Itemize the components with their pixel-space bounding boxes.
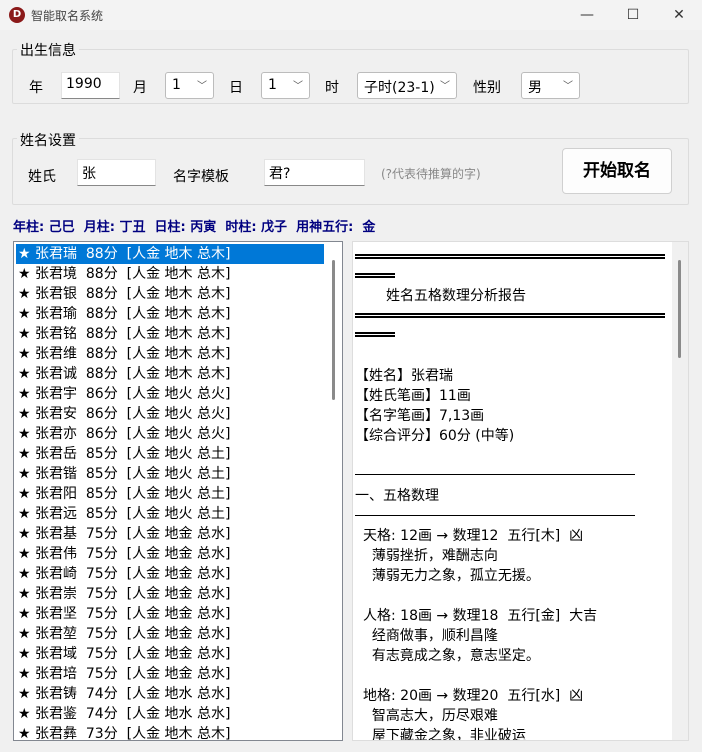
report-info-line: 【姓名】张君瑞 — [355, 368, 453, 384]
list-item[interactable]: ★ 张君银 88分 [人金 地木 总木] — [16, 284, 324, 304]
list-item[interactable]: ★ 张君锴 85分 [人金 地火 总土] — [16, 464, 324, 484]
chevron-down-icon: ﹀ — [197, 81, 207, 92]
report-detail-line: 有志竟成之象，意志坚定。 — [363, 648, 540, 664]
report-info-line: 【名字笔画】7,13画 — [355, 408, 485, 424]
minimize-button[interactable]: — — [564, 0, 610, 30]
month-select[interactable]: 1 ﹀ — [165, 72, 214, 99]
template-hint: (?代表待推算的字) — [381, 167, 481, 181]
hour-value: 子时(23-1) — [364, 80, 435, 96]
birth-info-legend: 出生信息 — [17, 40, 79, 60]
report-detail-line: 地格: 20画 → 数理20 五行[水] 凶 — [363, 688, 584, 704]
results-list[interactable]: ★ 张君瑞 88分 [人金 地木 总木] ★ 张君境 88分 [人金 地木 总木]… — [13, 241, 343, 741]
name-settings-legend: 姓名设置 — [17, 130, 79, 150]
list-item[interactable]: ★ 张君域 75分 [人金 地金 总水] — [16, 644, 324, 664]
report-detail-line: 屋下藏金之象，非业破运 — [363, 728, 526, 741]
list-item[interactable]: ★ 张君维 88分 [人金 地木 总木] — [16, 344, 324, 364]
divider — [355, 474, 635, 475]
title-bar: D 智能取名系统 — ☐ ✕ — [0, 0, 702, 30]
gender-value: 男 — [528, 80, 542, 96]
window-title: 智能取名系统 — [31, 9, 104, 23]
report-scrollbar-thumb[interactable] — [678, 260, 681, 358]
bazi-pillars: 年柱: 己巳 月柱: 丁丑 日柱: 丙寅 时柱: 戊子 用神五行: 金 — [13, 220, 376, 235]
double-divider — [355, 313, 665, 318]
template-input[interactable]: 君? — [264, 159, 365, 186]
list-item[interactable]: ★ 张君瑜 88分 [人金 地木 总木] — [16, 304, 324, 324]
hour-select[interactable]: 子时(23-1) ﹀ — [357, 72, 457, 99]
hour-label: 时 — [325, 80, 339, 96]
month-label: 月 — [133, 80, 147, 96]
report-title: 姓名五格数理分析报告 — [386, 288, 526, 304]
double-divider — [355, 273, 395, 278]
list-item[interactable]: ★ 张君岳 85分 [人金 地火 总土] — [16, 444, 324, 464]
report-scrollbar-track[interactable] — [672, 242, 688, 740]
gender-select[interactable]: 男 ﹀ — [521, 72, 580, 99]
chevron-down-icon: ﹀ — [563, 81, 573, 92]
template-label: 名字模板 — [173, 169, 229, 185]
list-item[interactable]: ★ 张君阳 85分 [人金 地火 总土] — [16, 484, 324, 504]
report-detail-line: 智高志大，历尽艰难 — [363, 708, 498, 724]
list-item[interactable]: ★ 张君境 88分 [人金 地木 总木] — [16, 264, 324, 284]
list-item[interactable]: ★ 张君瑞 88分 [人金 地木 总木] — [16, 244, 324, 264]
chevron-down-icon: ﹀ — [293, 81, 303, 92]
report-detail-line: 薄弱挫折，难酬志向 — [363, 548, 498, 564]
list-item[interactable]: ★ 张君宇 86分 [人金 地火 总火] — [16, 384, 324, 404]
list-item[interactable]: ★ 张君伟 75分 [人金 地金 总水] — [16, 544, 324, 564]
list-item[interactable]: ★ 张君鉴 74分 [人金 地水 总水] — [16, 704, 324, 724]
list-item[interactable]: ★ 张君远 85分 [人金 地火 总土] — [16, 504, 324, 524]
chevron-down-icon: ﹀ — [440, 81, 450, 92]
list-item[interactable]: ★ 张君铸 74分 [人金 地水 总水] — [16, 684, 324, 704]
report-detail-line: 天格: 12画 → 数理12 五行[木] 凶 — [363, 528, 584, 544]
day-select[interactable]: 1 ﹀ — [261, 72, 310, 99]
start-naming-button[interactable]: 开始取名 — [562, 148, 672, 194]
list-item[interactable]: ★ 张君安 86分 [人金 地火 总火] — [16, 404, 324, 424]
list-item[interactable]: ★ 张君崇 75分 [人金 地金 总水] — [16, 584, 324, 604]
report-info-line: 【综合评分】60分 (中等) — [355, 428, 515, 444]
surname-input[interactable]: 张 — [77, 159, 156, 186]
report-info-line: 【姓氏笔画】11画 — [355, 388, 471, 404]
gender-label: 性别 — [473, 80, 501, 96]
list-item[interactable]: ★ 张君彝 73分 [人金 地木 总木] — [16, 724, 324, 740]
divider — [355, 515, 635, 516]
close-button[interactable]: ✕ — [656, 0, 702, 30]
section-title: 一、五格数理 — [355, 488, 439, 504]
list-item[interactable]: ★ 张君堃 75分 [人金 地金 总水] — [16, 624, 324, 644]
surname-label: 姓氏 — [28, 169, 56, 185]
list-item[interactable]: ★ 张君铭 88分 [人金 地木 总木] — [16, 324, 324, 344]
list-item[interactable]: ★ 张君诚 88分 [人金 地木 总木] — [16, 364, 324, 384]
year-label: 年 — [29, 80, 43, 96]
report-detail-line: 人格: 18画 → 数理18 五行[金] 大吉 — [363, 608, 598, 624]
day-label: 日 — [229, 80, 243, 96]
list-scrollbar[interactable] — [332, 260, 335, 400]
day-value: 1 — [268, 77, 277, 93]
app-icon: D — [9, 7, 25, 23]
double-divider — [355, 254, 665, 259]
report-panel[interactable]: 姓名五格数理分析报告 一、五格数理 【姓名】张君瑞【姓氏笔画】11画 【名字笔画】… — [352, 241, 689, 741]
report-detail-line: 薄弱无力之象，孤立无援。 — [363, 568, 540, 584]
report-detail-line: 经商做事，顺利昌隆 — [363, 628, 498, 644]
list-item[interactable]: ★ 张君培 75分 [人金 地金 总水] — [16, 664, 324, 684]
maximize-button[interactable]: ☐ — [610, 0, 656, 30]
list-item[interactable]: ★ 张君亦 86分 [人金 地火 总火] — [16, 424, 324, 444]
list-item[interactable]: ★ 张君坚 75分 [人金 地金 总水] — [16, 604, 324, 624]
month-value: 1 — [172, 77, 181, 93]
year-input[interactable]: 1990 — [61, 72, 120, 99]
double-divider — [355, 332, 395, 337]
list-item[interactable]: ★ 张君基 75分 [人金 地金 总水] — [16, 524, 324, 544]
list-item[interactable]: ★ 张君崎 75分 [人金 地金 总水] — [16, 564, 324, 584]
